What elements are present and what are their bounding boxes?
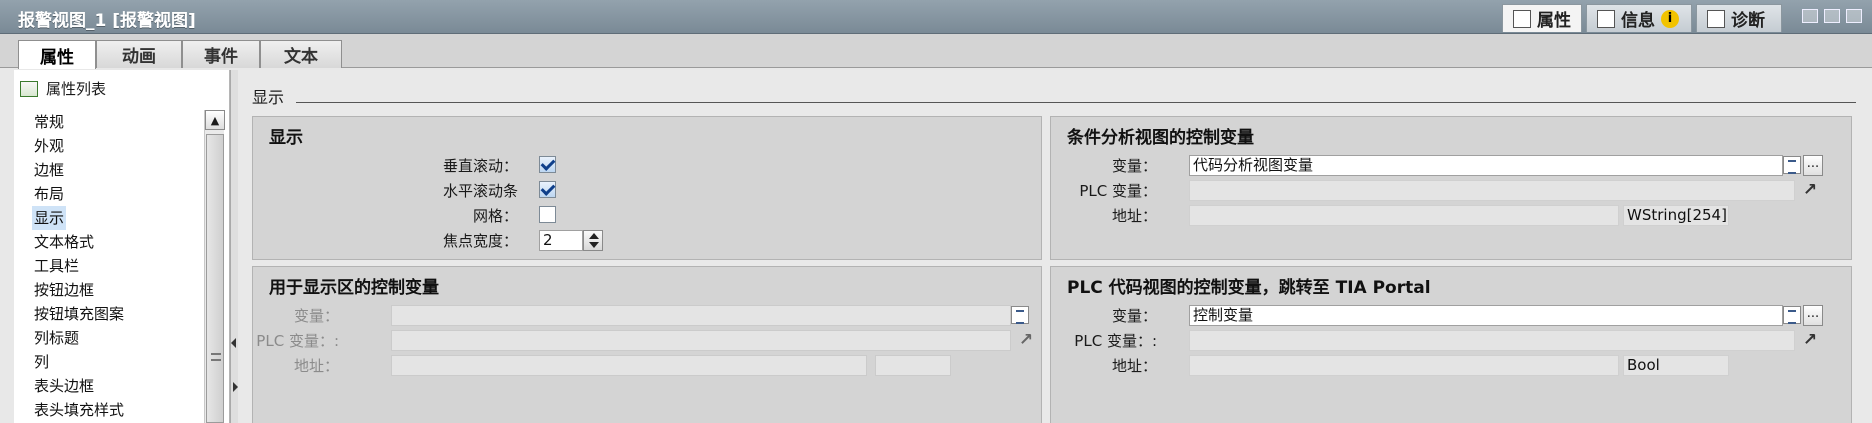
variable-list-icon (1011, 306, 1029, 324)
vertical-scroll-checkbox[interactable] (539, 156, 556, 173)
info-icon: i (1661, 9, 1679, 28)
jump-arrow-icon[interactable]: ↗ (1801, 181, 1819, 199)
list-item[interactable]: 表头边框 (34, 374, 124, 398)
jump-arrow-icon[interactable]: ↗ (1801, 331, 1819, 349)
variable-label: 变量： (1111, 157, 1157, 175)
display-area-control-group: 用于显示区的控制变量 变量： PLC 变量：: ↗ 地址： (252, 266, 1042, 423)
plc-code-address-type: Bool (1623, 355, 1729, 376)
scroll-up-icon[interactable]: ▲ (205, 110, 225, 130)
list-item[interactable]: 边框 (34, 158, 124, 182)
condition-plc-variable-field (1189, 180, 1795, 201)
group-title: 用于显示区的控制变量 (269, 278, 439, 298)
list-item[interactable]: 文本格式 (34, 230, 124, 254)
jump-arrow-icon: ↗ (1018, 330, 1034, 350)
address-label: 地址： (293, 357, 339, 375)
float-window-icon[interactable] (1802, 9, 1818, 23)
condition-variable-input[interactable]: 代码分析视图变量 (1189, 155, 1783, 176)
tab-animations[interactable]: 动画 (96, 40, 182, 68)
property-list-scrollbar[interactable]: ▲ (204, 110, 225, 423)
collapse-left-icon[interactable] (231, 338, 236, 348)
display-area-address-type (875, 355, 951, 376)
grid-checkbox[interactable] (539, 206, 556, 223)
grid-label: 网格： (472, 207, 518, 225)
variable-label: 变量： (1111, 307, 1157, 325)
tab-properties[interactable]: 属性 (18, 40, 96, 69)
section-divider (296, 102, 1856, 103)
inspector-tab-diagnostics[interactable]: 诊断 (1696, 4, 1782, 32)
browse-button[interactable]: ... (1803, 155, 1823, 176)
inspector-tabs: 属性 信息 i 诊断 (1502, 4, 1782, 32)
plc-code-address-field (1189, 355, 1619, 376)
properties-icon (1513, 9, 1531, 28)
list-item[interactable]: 按钮边框 (34, 278, 124, 302)
properties-content: 显示 显示 垂直滚动： 水平滚动条 网格： 焦点宽度： 2 用于显示区的控制变量… (240, 70, 1872, 423)
property-list-header: 属性列表 (20, 78, 106, 99)
address-label: 地址： (1111, 207, 1157, 225)
group-title: PLC 代码视图的控制变量，跳转至 TIA Portal (1067, 278, 1431, 298)
list-item[interactable]: 按钮填充图案 (34, 302, 124, 326)
expand-right-icon[interactable] (233, 382, 238, 392)
inspector-tab-label: 诊断 (1731, 11, 1765, 31)
plc-code-view-control-group: PLC 代码视图的控制变量，跳转至 TIA Portal 变量： 控制变量 ..… (1050, 266, 1852, 423)
variable-label: 变量： (293, 307, 339, 325)
inspector-tab-label: 信息 (1621, 11, 1655, 31)
list-item[interactable]: 列标题 (34, 326, 124, 350)
list-item[interactable]: 常规 (34, 110, 124, 134)
diagnostics-icon (1707, 9, 1725, 28)
display-group: 显示 垂直滚动： 水平滚动条 网格： 焦点宽度： 2 (252, 116, 1042, 260)
property-list: 常规 外观 边框 布局 显示 文本格式 工具栏 按钮边框 按钮填充图案 列标题 … (32, 110, 124, 422)
horizontal-scroll-checkbox[interactable] (539, 181, 556, 198)
tab-events[interactable]: 事件 (182, 40, 260, 68)
info-tab-icon (1597, 9, 1615, 28)
display-area-address-field (391, 355, 867, 376)
property-list-panel: 属性列表 常规 外观 边框 布局 显示 文本格式 工具栏 按钮边框 按钮填充图案… (14, 70, 230, 423)
list-item-selected[interactable]: 显示 (32, 206, 67, 230)
display-area-variable-field (391, 305, 1011, 326)
window-controls (1802, 9, 1862, 23)
plc-variable-label: PLC 变量： (1079, 182, 1157, 200)
panel-splitter[interactable] (230, 70, 238, 423)
horizontal-scroll-label: 水平滚动条 (442, 182, 518, 200)
display-area-plc-variable-field (391, 330, 1011, 351)
window-title: 报警视图_1 [报警视图] (18, 11, 196, 31)
plc-variable-label: PLC 变量：: (1074, 332, 1157, 350)
focus-width-input[interactable]: 2 (539, 230, 583, 251)
condition-address-type: WString[254] (1623, 205, 1729, 226)
vertical-scroll-label: 垂直滚动： (442, 157, 518, 175)
group-title: 显示 (269, 128, 303, 148)
plc-code-plc-variable-field (1189, 330, 1795, 351)
maximize-window-icon[interactable] (1824, 9, 1840, 23)
inspector-title-bar: 报警视图_1 [报警视图] 属性 信息 i 诊断 (0, 0, 1872, 34)
browse-button[interactable]: ... (1803, 305, 1823, 326)
plc-variable-label: PLC 变量：: (256, 332, 339, 350)
inspector-tab-info[interactable]: 信息 i (1586, 4, 1692, 32)
list-item[interactable]: 外观 (34, 134, 124, 158)
tab-texts[interactable]: 文本 (260, 40, 342, 68)
variable-list-icon[interactable] (1783, 156, 1801, 174)
list-item[interactable]: 表头填充样式 (34, 398, 124, 422)
list-item[interactable]: 工具栏 (34, 254, 124, 278)
property-list-title: 属性列表 (46, 80, 107, 98)
section-title: 显示 (252, 88, 285, 107)
focus-width-spinner[interactable] (583, 230, 603, 251)
variable-list-icon[interactable] (1783, 306, 1801, 324)
plc-code-variable-input[interactable]: 控制变量 (1189, 305, 1783, 326)
inspector-tab-label: 属性 (1537, 11, 1571, 31)
focus-width-label: 焦点宽度： (442, 232, 518, 250)
inspector-tab-properties[interactable]: 属性 (1502, 4, 1582, 32)
group-title: 条件分析视图的控制变量 (1067, 128, 1254, 148)
scroll-grip-icon (211, 353, 221, 361)
property-subtabs: 属性 动画 事件 文本 (0, 34, 1872, 69)
property-list-icon (20, 80, 38, 97)
address-label: 地址： (1111, 357, 1157, 375)
list-item[interactable]: 列 (34, 350, 124, 374)
list-item[interactable]: 布局 (34, 182, 124, 206)
condition-analysis-control-group: 条件分析视图的控制变量 变量： 代码分析视图变量 ... PLC 变量： ↗ 地… (1050, 116, 1852, 260)
condition-address-field (1189, 205, 1619, 226)
scroll-thumb[interactable] (206, 134, 224, 423)
menu-dropdown-icon[interactable] (1846, 9, 1862, 23)
